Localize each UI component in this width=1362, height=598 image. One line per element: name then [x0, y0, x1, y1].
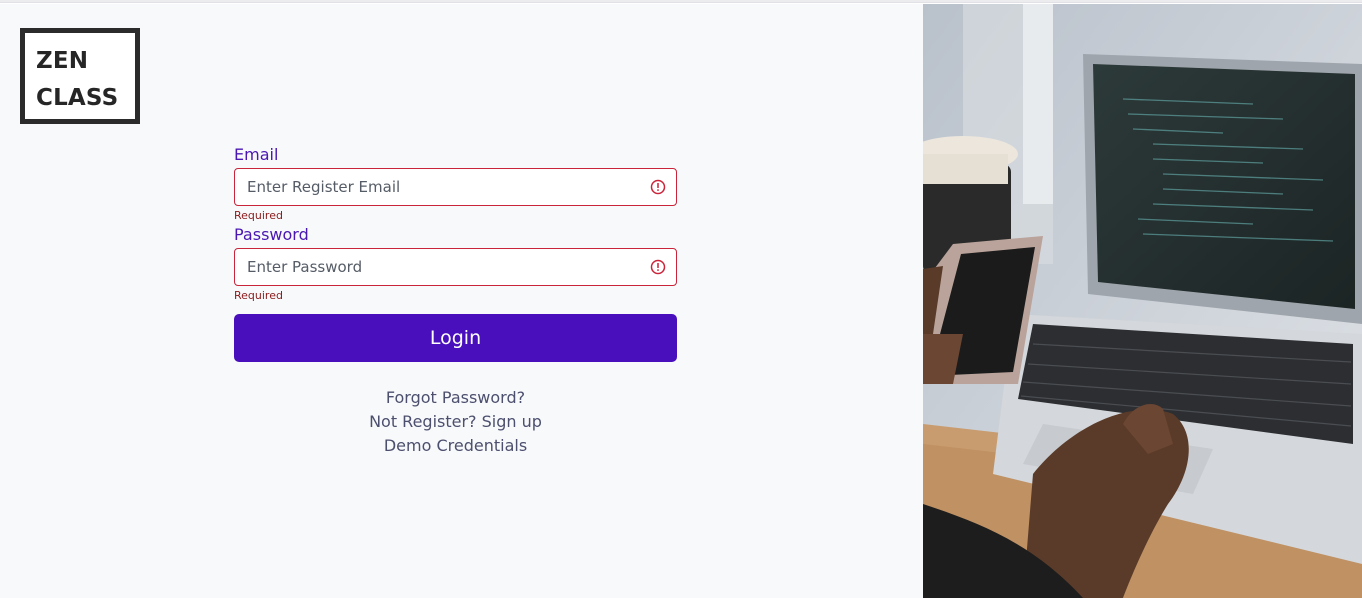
laptop-coding-photo: [923, 4, 1362, 598]
email-error-text: Required: [234, 209, 283, 222]
login-form: Email Required Password Required Login F…: [234, 144, 677, 458]
login-pane: ZEN CLASS Email Required Password Requir…: [0, 4, 923, 598]
error-alert-icon: [650, 259, 666, 275]
error-alert-icon: [650, 179, 666, 195]
email-label: Email: [234, 145, 279, 164]
email-input[interactable]: [235, 169, 647, 205]
forgot-password-link[interactable]: Forgot Password?: [234, 386, 677, 410]
logo-line-1: ZEN: [36, 48, 89, 74]
signup-link[interactable]: Not Register? Sign up: [234, 410, 677, 434]
zen-class-logo: ZEN CLASS: [20, 28, 140, 124]
password-error-text: Required: [234, 289, 283, 302]
top-divider: [0, 0, 1362, 3]
password-input[interactable]: [235, 249, 647, 285]
password-label: Password: [234, 225, 309, 244]
auth-links: Forgot Password? Not Register? Sign up D…: [234, 386, 677, 458]
email-field-wrapper: [234, 168, 677, 206]
hero-image-panel: [923, 4, 1362, 598]
logo-line-2: CLASS: [36, 85, 119, 111]
login-button[interactable]: Login: [234, 314, 677, 362]
demo-credentials-link[interactable]: Demo Credentials: [234, 434, 677, 458]
password-field-wrapper: [234, 248, 677, 286]
